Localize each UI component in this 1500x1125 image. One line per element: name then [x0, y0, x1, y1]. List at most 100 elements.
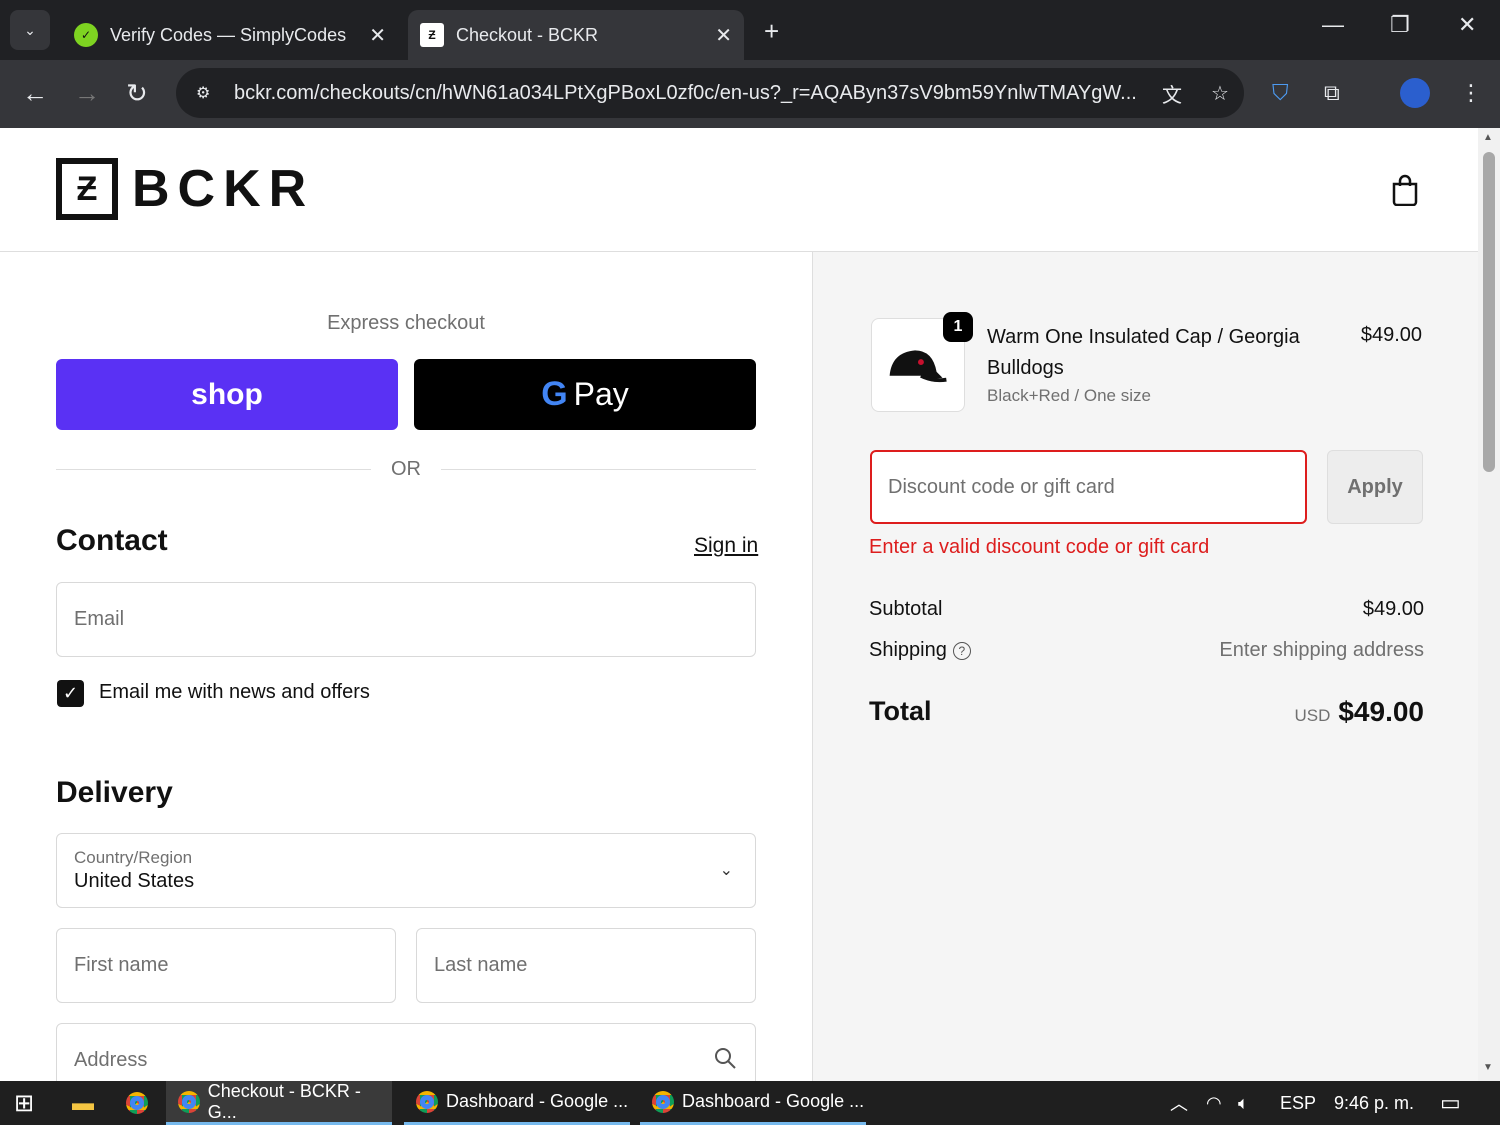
discount-input[interactable]	[888, 475, 1305, 499]
close-tab-icon[interactable]: ✕	[715, 23, 732, 48]
tab-checkout-bckr[interactable]: Ƶ Checkout - BCKR ✕	[408, 10, 744, 60]
shop-pay-button[interactable]: shop	[56, 359, 398, 430]
discount-field[interactable]	[870, 450, 1307, 524]
scrollbar-thumb[interactable]	[1483, 152, 1495, 472]
subtotal-row: Subtotal $49.00	[869, 598, 1424, 621]
newsletter-label: Email me with news and offers	[99, 681, 370, 703]
simplycodes-favicon-icon: ✓	[74, 23, 98, 47]
subtotal-value: $49.00	[1362, 598, 1424, 620]
first-name-field[interactable]	[56, 928, 396, 1003]
tray-chevron-up-icon[interactable]: ︿	[1170, 1081, 1188, 1125]
back-arrow-icon[interactable]: ←	[22, 78, 48, 109]
taskbar-app-label: Dashboard - Google ...	[446, 1091, 629, 1111]
search-icon	[715, 1048, 736, 1069]
email-input[interactable]	[74, 608, 755, 631]
country-value: United States	[74, 870, 195, 892]
bckr-favicon-icon: Ƶ	[420, 23, 444, 47]
first-name-input[interactable]	[74, 954, 395, 977]
last-name-input[interactable]	[434, 954, 755, 977]
checkout-page: Ƶ BCKR Express checkout shop G Pay OR Co…	[0, 128, 1478, 1081]
reload-icon[interactable]: ↻	[126, 78, 148, 109]
volume-icon[interactable]: 🔈︎	[1238, 1081, 1249, 1125]
taskbar-app-dashboard-1[interactable]: Dashboard - Google ...	[404, 1081, 630, 1125]
help-question-icon[interactable]: ?	[952, 641, 971, 660]
discount-error-message: Enter a valid discount code or gift card	[869, 536, 1210, 558]
logo-text: BCKR	[132, 160, 315, 218]
sign-in-link[interactable]: Sign in	[694, 534, 758, 558]
contact-heading: Contact	[56, 524, 168, 557]
taskbar-app-label: Dashboard - Google ...	[682, 1091, 865, 1111]
chrome-icon	[416, 1090, 438, 1113]
extensions-puzzle-icon[interactable]: ⧉	[1324, 80, 1340, 106]
chrome-taskbar-icon[interactable]	[126, 1081, 156, 1125]
windows-start-icon[interactable]: ⊞	[14, 1081, 34, 1125]
checkout-form-column: Express checkout shop G Pay OR Contact S…	[0, 252, 812, 1081]
profile-avatar[interactable]	[1400, 78, 1430, 108]
taskbar-app-label: Checkout - BCKR - G...	[207, 1080, 361, 1122]
shopping-bag-icon[interactable]	[1390, 174, 1420, 206]
wifi-icon[interactable]: ◠	[1206, 1081, 1222, 1125]
address-input[interactable]	[74, 1049, 755, 1072]
taskbar-app-dashboard-2[interactable]: Dashboard - Google ...	[640, 1081, 866, 1125]
apply-discount-button[interactable]: Apply	[1327, 450, 1423, 524]
or-label: OR	[391, 458, 421, 480]
scroll-up-arrow-icon[interactable]: ▲	[1483, 132, 1493, 143]
close-window-icon[interactable]: ✕	[1458, 12, 1476, 38]
product-name: Warm One Insulated Cap / Georgia Bulldog…	[987, 326, 1300, 379]
country-select[interactable]: Country/Region United States ⌄	[56, 833, 756, 908]
language-indicator[interactable]: ESP	[1280, 1081, 1316, 1125]
gpay-label: Pay	[573, 376, 629, 412]
restore-icon[interactable]: ❐	[1390, 12, 1410, 38]
browser-menu-icon[interactable]: ⋮	[1460, 80, 1482, 106]
newsletter-checkbox[interactable]: ✓	[57, 680, 84, 707]
translate-icon[interactable]: 文	[1148, 79, 1196, 108]
total-row: Total USD $49.00	[869, 696, 1424, 727]
tab-title: Verify Codes — SimplyCodes	[110, 24, 347, 45]
google-g-icon: G	[541, 375, 568, 413]
taskbar-app-checkout[interactable]: Checkout - BCKR - G...	[166, 1081, 392, 1125]
shipping-row: Shipping? Enter shipping address	[869, 639, 1424, 662]
clock[interactable]: 9:46 p. m.	[1334, 1081, 1414, 1125]
tab-verify-codes[interactable]: ✓ Verify Codes — SimplyCodes ✕	[62, 10, 398, 60]
product-variant: Black+Red / One size	[987, 386, 1151, 405]
chevron-down-icon: ⌄	[24, 21, 36, 38]
windows-taskbar: ⊞ ▬ Checkout - BCKR - G... Dashboard - G…	[0, 1081, 1500, 1125]
google-pay-button[interactable]: G Pay	[414, 359, 756, 430]
bckr-logo-mark-icon: Ƶ	[56, 158, 118, 220]
product-price: $49.00	[1360, 324, 1422, 346]
quantity-badge: 1	[943, 312, 973, 342]
last-name-field[interactable]	[416, 928, 756, 1003]
bookmark-star-icon[interactable]: ☆	[1196, 81, 1244, 106]
shield-extension-icon[interactable]: ⛉	[1272, 80, 1289, 106]
or-divider: OR	[56, 458, 756, 482]
order-summary-column: 1 Warm One Insulated Cap / Georgia Bulld…	[812, 252, 1478, 1081]
express-checkout-label: Express checkout	[327, 312, 485, 334]
address-field[interactable]	[56, 1023, 756, 1081]
browser-toolbar: ← → ↻ ⚙ bckr.com/checkouts/cn/hWN61a034L…	[0, 60, 1500, 128]
site-settings-icon[interactable]: ⚙	[196, 83, 220, 103]
shipping-label: Shipping	[869, 639, 947, 661]
page-scrollbar[interactable]: ▲ ▼	[1478, 128, 1500, 1081]
country-label: Country/Region	[74, 848, 193, 867]
file-explorer-icon[interactable]: ▬	[72, 1081, 94, 1125]
tab-title: Checkout - BCKR	[456, 24, 599, 45]
new-tab-plus-icon[interactable]: +	[764, 16, 779, 47]
browser-tab-strip: ⌄ ✓ Verify Codes — SimplyCodes ✕ Ƶ Check…	[0, 0, 1500, 60]
subtotal-label: Subtotal	[869, 598, 943, 620]
email-field[interactable]	[56, 582, 756, 657]
delivery-heading: Delivery	[56, 776, 173, 809]
shipping-value: Enter shipping address	[1219, 639, 1424, 661]
checkmark-icon: ✓	[62, 683, 79, 703]
minimize-icon[interactable]: —	[1322, 12, 1344, 38]
forward-arrow-icon[interactable]: →	[74, 78, 100, 109]
address-bar[interactable]: ⚙ bckr.com/checkouts/cn/hWN61a034LPtXgPB…	[176, 68, 1244, 118]
chevron-down-icon: ⌄	[719, 862, 733, 879]
url-text[interactable]: bckr.com/checkouts/cn/hWN61a034LPtXgPBox…	[234, 82, 1148, 105]
scroll-down-arrow-icon[interactable]: ▼	[1483, 1062, 1493, 1073]
bckr-logo[interactable]: Ƶ BCKR	[56, 158, 314, 220]
total-value: $49.00	[1338, 696, 1424, 727]
tab-search-button[interactable]: ⌄	[10, 10, 50, 50]
close-tab-icon[interactable]: ✕	[369, 23, 386, 48]
notifications-icon[interactable]: ▭	[1440, 1081, 1461, 1125]
total-currency: USD	[1294, 706, 1331, 725]
